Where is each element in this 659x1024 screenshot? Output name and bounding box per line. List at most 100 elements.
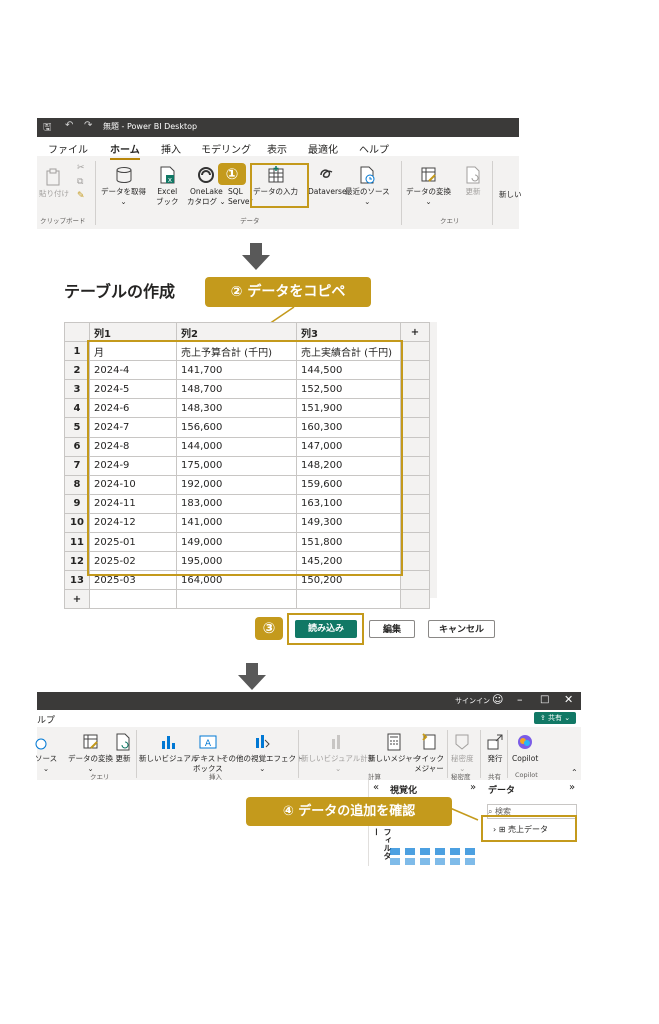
copilot-button[interactable]: Copilot bbox=[512, 732, 538, 764]
row-number: 5 bbox=[64, 417, 90, 438]
recent-sources-button[interactable]: ソース ⌄ bbox=[35, 732, 57, 774]
visual-calc-icon bbox=[332, 735, 341, 749]
tab-file[interactable]: ファイル bbox=[48, 141, 88, 156]
new-visual-calc-button[interactable]: 新しいビジュアル計算 ⌄ bbox=[301, 732, 375, 774]
add-row-button[interactable]: + bbox=[64, 589, 90, 610]
group-data: データ bbox=[240, 217, 260, 225]
group-clipboard: クリップボード bbox=[40, 217, 86, 225]
chart-types-icon[interactable] bbox=[386, 846, 482, 866]
recent-sources-icon bbox=[35, 738, 47, 750]
paste-button[interactable]: 貼り付け bbox=[39, 167, 69, 199]
row-number: 11 bbox=[64, 532, 90, 553]
collapse-left-icon[interactable]: « bbox=[373, 782, 379, 793]
excel-workbook-button[interactable]: x Excel ブック bbox=[156, 165, 179, 207]
tab-help-partial[interactable]: ルプ bbox=[37, 713, 55, 726]
excel-icon: x bbox=[160, 166, 175, 184]
create-table-heading: テーブルの作成 bbox=[64, 282, 176, 301]
sensitivity-button[interactable]: 秘密度 ⌄ bbox=[451, 732, 474, 774]
row-number: 10 bbox=[64, 512, 90, 534]
get-data-button[interactable]: データを取得 ⌄ bbox=[101, 165, 146, 207]
collapse-ribbon-icon[interactable]: ⌃ bbox=[571, 768, 578, 777]
row-number: 4 bbox=[64, 398, 90, 419]
tab-optimize[interactable]: 最適化 bbox=[308, 141, 338, 156]
share-icon: ⇪ bbox=[539, 714, 548, 722]
maximize-icon[interactable]: □ bbox=[540, 694, 549, 705]
row-number: 9 bbox=[64, 493, 90, 514]
row-number: 7 bbox=[64, 455, 90, 476]
group-query: クエリ bbox=[90, 773, 110, 781]
refresh-icon bbox=[116, 733, 130, 751]
textbox-button[interactable]: A テキスト ボックス bbox=[193, 732, 223, 774]
dataverse-button[interactable]: Dataverse bbox=[308, 165, 347, 197]
tab-help[interactable]: ヘルプ bbox=[359, 141, 389, 156]
pasted-data-highlight bbox=[87, 340, 403, 576]
quick-measure-icon bbox=[422, 733, 436, 750]
refresh-icon bbox=[466, 166, 480, 184]
minimize-icon[interactable]: – bbox=[517, 693, 523, 706]
column-header[interactable]: 列3 bbox=[296, 321, 401, 343]
transform-data-button[interactable]: データの変換 ⌄ bbox=[68, 732, 113, 774]
tab-home[interactable]: ホーム bbox=[110, 141, 140, 160]
publish-icon bbox=[487, 734, 503, 750]
row-number: 8 bbox=[64, 474, 90, 495]
new-visual-button[interactable]: 新しいビジュアル bbox=[139, 732, 198, 764]
row-number: 3 bbox=[64, 379, 90, 400]
refresh-button[interactable]: 更新 bbox=[463, 165, 483, 197]
edit-button[interactable]: 編集 bbox=[369, 620, 415, 638]
textbox-icon: A bbox=[199, 735, 217, 749]
step2-callout: ② データをコピペ bbox=[205, 277, 371, 307]
share-button[interactable]: ⇪ 共有 ⌄ bbox=[534, 712, 576, 724]
more-visuals-icon bbox=[256, 735, 270, 748]
redo-icon[interactable]: ↷ bbox=[84, 120, 92, 131]
add-column-button[interactable]: + bbox=[400, 321, 430, 343]
column-header[interactable]: 列1 bbox=[89, 321, 177, 343]
svg-text:A: A bbox=[205, 739, 212, 749]
group-insert: 挿入 bbox=[209, 773, 222, 781]
row-number: 1 bbox=[64, 341, 90, 362]
tab-modeling[interactable]: モデリング bbox=[201, 141, 251, 156]
window-title: 無題 - Power BI Desktop bbox=[103, 122, 198, 131]
recent-sources-button[interactable]: 最近のソース ⌄ bbox=[345, 165, 390, 207]
shield-icon bbox=[455, 734, 469, 750]
cancel-button[interactable]: キャンセル bbox=[428, 620, 495, 638]
onelake-icon bbox=[198, 167, 215, 183]
cut-icon[interactable]: ✂ bbox=[77, 163, 85, 173]
save-icon[interactable]: 🖫 bbox=[43, 120, 52, 137]
row-number: 12 bbox=[64, 551, 90, 572]
transform-icon bbox=[421, 167, 436, 182]
new-visual-button[interactable]: 新しい bbox=[499, 190, 522, 200]
visual-gallery bbox=[386, 846, 482, 866]
sql-server-button[interactable]: SQL Server bbox=[228, 187, 253, 207]
load-highlight bbox=[287, 613, 364, 645]
account-icon[interactable]: ☺ bbox=[492, 693, 503, 706]
transform-data-button[interactable]: データの変換 ⌄ bbox=[406, 165, 451, 207]
down-arrow-icon bbox=[242, 243, 270, 270]
undo-icon[interactable]: ↶ bbox=[65, 120, 73, 131]
home-ribbon-2: ルプ ⇪ 共有 ⌄ ソース ⌄ データの変換 ⌄ 更新 クエリ 新しいビジュアル A… bbox=[35, 710, 581, 781]
signin-link[interactable]: サインイン bbox=[455, 696, 490, 706]
step3-badge: ③ bbox=[255, 617, 283, 640]
title-bar: 🖫 ↶ ↷ 無題 - Power BI Desktop bbox=[37, 118, 519, 137]
tab-insert[interactable]: 挿入 bbox=[161, 141, 181, 156]
row-number: 6 bbox=[64, 436, 90, 457]
new-measure-button[interactable]: 新しいメジャー bbox=[368, 732, 420, 764]
quick-measure-button[interactable]: クイック メジャー bbox=[414, 732, 444, 774]
publish-button[interactable]: 発行 bbox=[485, 732, 505, 764]
title-bar-2: サインイン ☺ – □ ✕ bbox=[37, 692, 581, 710]
column-header[interactable]: 列2 bbox=[176, 321, 297, 343]
data-pane-title: データ bbox=[488, 786, 516, 796]
format-painter-icon[interactable]: ✎ bbox=[77, 191, 85, 201]
database-icon bbox=[116, 167, 131, 184]
collapse-viz-icon[interactable]: » bbox=[470, 782, 476, 793]
svg-text:x: x bbox=[168, 176, 172, 184]
recent-sources-icon bbox=[360, 166, 375, 184]
group-query: クエリ bbox=[440, 217, 460, 225]
collapse-data-icon[interactable]: » bbox=[569, 782, 575, 793]
more-visuals-button[interactable]: その他の視覚エフェクト ⌄ bbox=[221, 732, 304, 774]
refresh-button[interactable]: 更新 bbox=[113, 732, 133, 764]
close-icon[interactable]: ✕ bbox=[564, 693, 573, 706]
tab-view[interactable]: 表示 bbox=[267, 141, 287, 156]
copy-icon[interactable]: ⧉ bbox=[77, 177, 83, 187]
step1-badge: ① bbox=[218, 163, 246, 185]
callout-leader-line bbox=[450, 807, 479, 821]
